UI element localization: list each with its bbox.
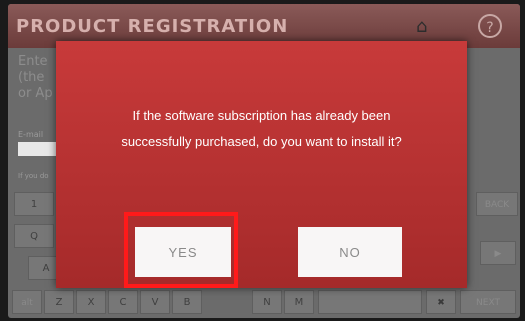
yes-button[interactable]: YES — [135, 227, 231, 277]
bg-line-1: Ente — [18, 54, 48, 69]
key-alt[interactable]: alt — [12, 290, 42, 314]
page-title: PRODUCT REGISTRATION — [16, 16, 289, 37]
email-field[interactable] — [18, 142, 58, 156]
dialog-message: If the software subscription has already… — [56, 103, 467, 155]
home-icon[interactable]: ⌂ — [416, 18, 434, 36]
bg-small-text: If you do — [18, 172, 49, 180]
no-button[interactable]: NO — [298, 227, 402, 277]
key-clear[interactable]: ✖ — [426, 290, 456, 314]
key-z[interactable]: Z — [44, 290, 74, 314]
key-q[interactable]: Q — [14, 224, 54, 248]
key-v[interactable]: V — [140, 290, 170, 314]
key-next[interactable]: NEXT — [460, 290, 516, 314]
key-back[interactable]: BACK — [476, 192, 518, 216]
key-right-arrow[interactable]: ▶ — [480, 241, 516, 265]
email-label: E-mail — [18, 130, 44, 139]
bg-line-2: (the — [18, 70, 45, 85]
key-m[interactable]: M — [284, 290, 314, 314]
help-icon[interactable]: ? — [478, 14, 502, 38]
key-b[interactable]: B — [172, 290, 202, 314]
dialog-message-line-1: If the software subscription has already… — [132, 108, 391, 123]
key-n[interactable]: N — [252, 290, 282, 314]
key-space[interactable] — [318, 290, 422, 314]
bg-line-3: or Ap — [18, 86, 53, 101]
key-1[interactable]: 1 — [14, 192, 54, 216]
confirmation-dialog: If the software subscription has already… — [56, 41, 467, 288]
key-x[interactable]: X — [76, 290, 106, 314]
key-c[interactable]: C — [108, 290, 138, 314]
dialog-message-line-2: successfully purchased, do you want to i… — [121, 134, 402, 149]
